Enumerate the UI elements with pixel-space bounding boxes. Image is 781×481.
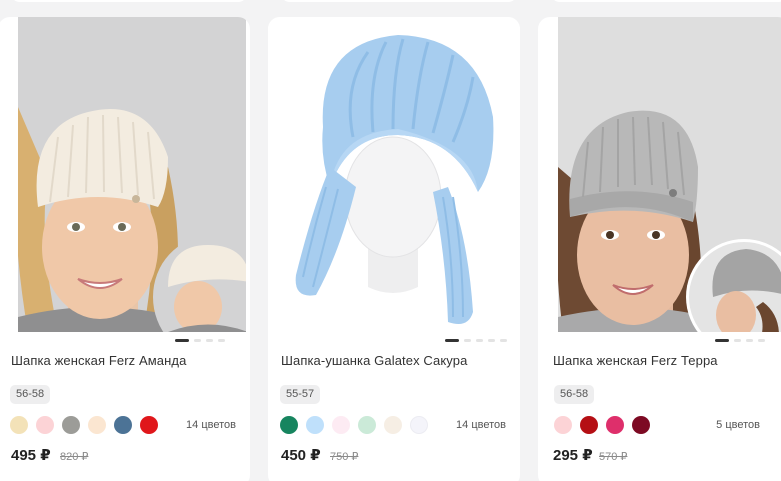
color-swatch[interactable] [384,416,402,434]
product-title[interactable]: Шапка-ушанка Galatex Сакура [281,353,467,368]
color-swatch[interactable] [580,416,598,434]
product-card[interactable]: Шапка женская Ferz Аманда 56-58 14 цвето… [0,17,250,481]
old-price: 750 ₽ [330,451,359,463]
color-swatch[interactable] [410,416,428,434]
pagination-dot[interactable] [746,339,753,342]
size-badge: 56-58 [554,385,595,404]
pagination-dot[interactable] [218,339,225,342]
product-title[interactable]: Шапка женская Ferz Терра [553,353,718,368]
price: 450 ₽ [281,447,321,464]
product-card[interactable]: Шапка женская Ferz Терра 56-58 5 цветов … [538,17,781,481]
color-swatches [554,416,650,434]
color-swatch[interactable] [358,416,376,434]
color-swatch[interactable] [632,416,650,434]
product-title[interactable]: Шапка женская Ferz Аманда [11,353,186,368]
pagination-dot[interactable] [175,339,189,342]
color-swatch[interactable] [606,416,624,434]
pagination-dot[interactable] [734,339,741,342]
product-photo[interactable] [558,17,781,332]
color-swatch[interactable] [10,416,28,434]
color-swatch[interactable] [36,416,54,434]
color-swatch[interactable] [140,416,158,434]
previous-card-edge [550,0,781,2]
pagination-dot[interactable] [758,339,765,342]
pagination-dot[interactable] [445,339,459,342]
pagination-dot[interactable] [206,339,213,342]
price: 295 ₽ [553,447,593,464]
pagination-dot[interactable] [715,339,729,342]
previous-card-edge [280,0,518,2]
color-swatch[interactable] [306,416,324,434]
colors-count: 14 цветов [186,419,236,431]
size-badge: 56-58 [10,385,51,404]
photo-pagination [445,339,507,342]
color-swatch[interactable] [88,416,106,434]
pagination-dot[interactable] [500,339,507,342]
old-price: 820 ₽ [60,451,89,463]
color-swatch[interactable] [114,416,132,434]
photo-pagination [175,339,225,342]
color-swatch[interactable] [280,416,298,434]
old-price: 570 ₽ [599,451,628,463]
color-swatches [280,416,428,434]
price: 495 ₽ [11,447,51,464]
size-badge: 55-57 [280,385,321,404]
pagination-dot[interactable] [464,339,471,342]
color-swatches [10,416,158,434]
color-swatch[interactable] [332,416,350,434]
pagination-dot[interactable] [488,339,495,342]
colors-count: 5 цветов [716,419,760,431]
pagination-dot[interactable] [194,339,201,342]
product-photo[interactable] [18,17,246,332]
pagination-dot[interactable] [476,339,483,342]
photo-pagination [715,339,765,342]
product-photo[interactable] [268,17,520,332]
previous-card-edge [10,0,248,2]
color-swatch[interactable] [62,416,80,434]
color-swatch[interactable] [554,416,572,434]
product-card[interactable]: Шапка-ушанка Galatex Сакура 55-57 14 цве… [268,17,520,481]
colors-count: 14 цветов [456,419,506,431]
